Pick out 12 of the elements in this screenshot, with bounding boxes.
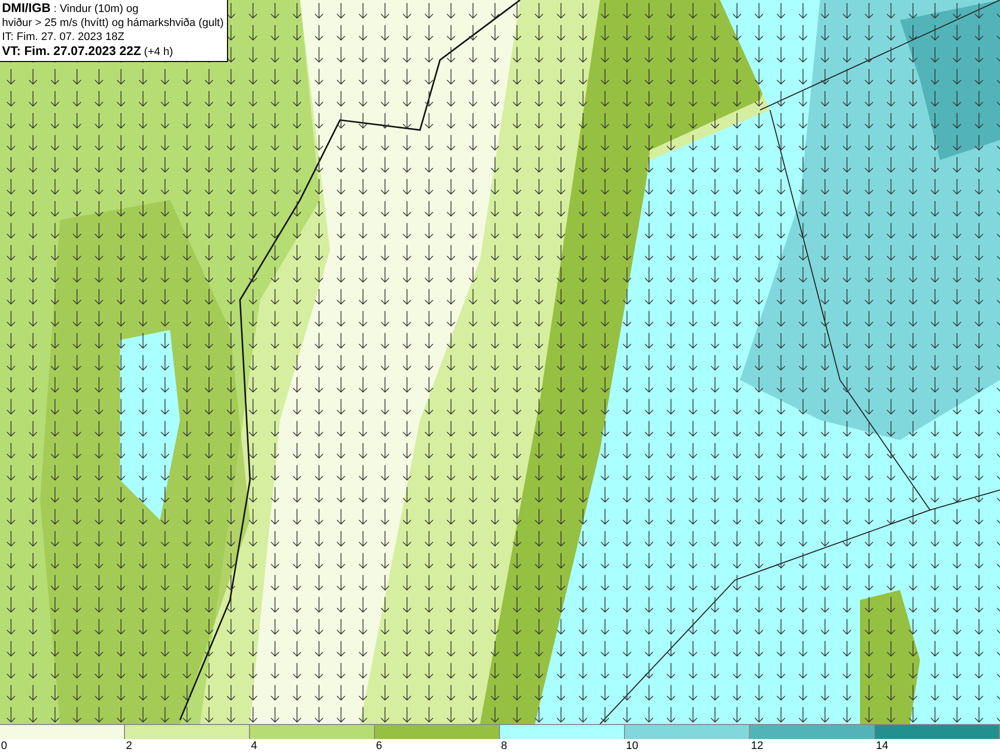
- title-line: IT: Fim. 27. 07. 2023 18Z: [2, 30, 126, 44]
- title-line: DMI/IGB : Vindur (10m) og: [2, 1, 140, 16]
- legend-label: 4: [250, 739, 258, 753]
- legend-label: 10: [625, 739, 638, 753]
- title-line: VT: Fim. 27.07.2023 22Z (+4 h): [2, 44, 174, 59]
- legend-label: 0: [0, 739, 8, 753]
- legend-label: 12: [750, 739, 764, 753]
- legend-label: 2: [125, 739, 132, 753]
- title-line: hviður > 25 m/s (hvítt) og hámarkshviða (gult): [2, 16, 224, 30]
- legend-label: 6: [375, 739, 382, 753]
- legend-label: 14: [875, 739, 888, 753]
- legend-label: 8: [500, 739, 508, 753]
